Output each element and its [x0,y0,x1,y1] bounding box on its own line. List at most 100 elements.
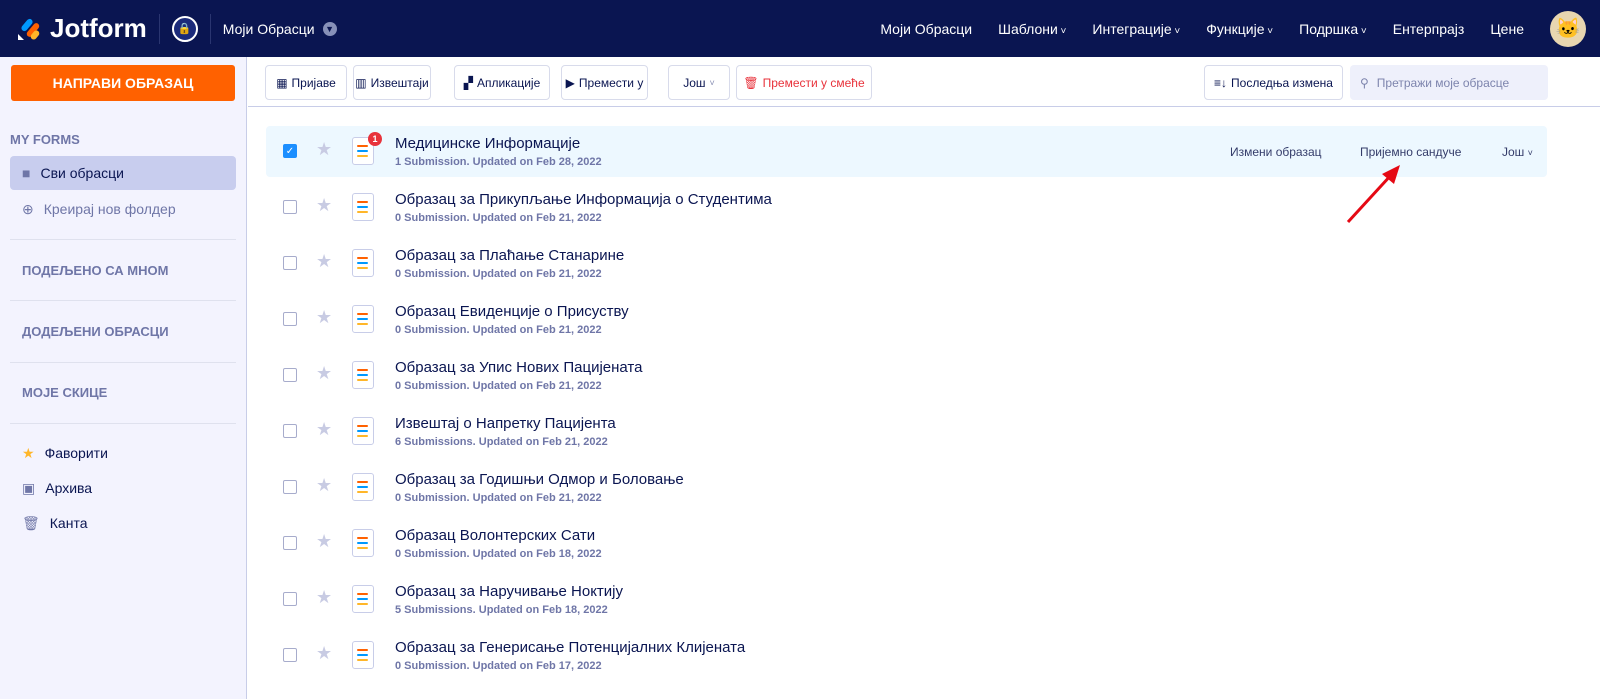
trash-icon: 🗑 [22,514,40,531]
apps-button[interactable]: ▞ Апликације [454,65,550,100]
button-label: Апликације [476,75,541,90]
sidebar-item-label: Креирај нов фолдер [43,201,176,217]
top-navbar: Jotform 🔒 Моји Обрасци ▼ Моји Обрасци Шаб… [0,0,1600,57]
form-meta: 0 Submission. Updated on Feb 21, 2022 [395,492,602,504]
form-row[interactable]: ★ Извештај о Напретку Пацијента 6 Submis… [266,406,1547,457]
row-checkbox[interactable] [283,424,297,438]
archive-icon: ▣ [22,479,36,496]
button-label: Премести у [578,75,644,90]
button-label: Још [683,75,706,90]
row-checkbox[interactable] [283,648,297,662]
annotation-arrow-icon [1346,165,1400,224]
button-label: Још [1502,145,1525,159]
form-icon [352,305,374,333]
row-checkbox[interactable] [283,200,297,214]
button-label: Извештаји [370,75,429,90]
inbox-link[interactable]: Пријемно сандуче [1360,145,1461,159]
row-checkbox[interactable] [283,592,297,606]
move-to-button[interactable]: ▶ Премести у [561,65,648,100]
edit-form-link[interactable]: Измени образац [1230,145,1322,159]
gdpr-lock-icon: 🔒 [171,15,198,42]
form-title[interactable]: Извештај о Напретку Пацијента [395,415,616,432]
search-placeholder: Претражи моје обрасце [1376,75,1510,90]
form-row[interactable]: ★ Образац за Плаћање Станарине 0 Submiss… [266,238,1547,289]
sidebar-item-archive[interactable]: ▣ Архива [10,471,236,505]
form-title[interactable]: Образац за Годишњи Одмор и Боловање [395,471,684,488]
search-icon: ⚲ [1360,75,1369,90]
nav-support[interactable]: Подршка [1299,21,1367,37]
my-forms-label: Моји Обрасци [222,20,315,37]
reports-button[interactable]: ▥ Извештаји [353,65,431,100]
star-icon[interactable]: ★ [316,307,332,328]
sidebar-item-favorites[interactable]: ★ Фаворити [10,436,236,470]
form-title[interactable]: Образац за Плаћање Станарине [395,247,624,264]
table-icon: ▦ [276,75,288,90]
main-nav: Моји Обрасци Шаблони Интеграције Функциј… [880,0,1600,57]
form-meta: 0 Submission. Updated on Feb 18, 2022 [395,548,602,560]
star-icon: ★ [22,444,35,461]
form-row[interactable]: ★ Образац Евиденције о Присуству 0 Submi… [266,294,1547,345]
sidebar: НАПРАВИ ОБРАЗАЦ MY FORMS ■ Сви обрасци ⊕ К… [0,57,247,699]
button-label: Пријаве [291,75,336,90]
avatar[interactable]: 🐱 [1550,10,1586,47]
sidebar-item-new-folder[interactable]: ⊕ Креирај нов фолдер [10,192,236,226]
sidebar-item-label: Архива [45,480,93,496]
row-checkbox[interactable] [283,312,297,326]
form-icon [352,417,374,445]
jotform-logo[interactable]: Jotform [16,13,147,44]
star-icon[interactable]: ★ [316,251,332,272]
row-checkbox[interactable] [283,368,297,382]
row-checkbox[interactable] [283,536,297,550]
form-meta: 6 Submissions. Updated on Feb 21, 2022 [395,436,608,448]
form-title[interactable]: Образац за Прикупљање Информација о Студ… [395,191,772,208]
toolbar: ▦ Пријаве ▥ Извештаји ▞ Апликације ▶ Премест… [248,57,1600,107]
more-button[interactable]: Још ˅ [668,65,730,100]
folder-move-icon: ▶ [565,75,575,90]
star-icon[interactable]: ★ [316,419,332,440]
my-forms-dropdown[interactable]: Моји Обрасци ▼ [223,21,337,37]
form-row[interactable]: ★ Образац за Годишњи Одмор и Боловање 0 … [266,462,1547,513]
row-checkbox[interactable] [283,256,297,270]
sidebar-shared[interactable]: ПОДЕЉЕНО СА МНОМ [22,263,168,278]
form-icon [352,193,374,221]
nav-enterprise[interactable]: Ентерпрајз [1393,21,1465,37]
button-label: Последња измена [1231,75,1333,90]
row-more-button[interactable]: Још ˅ [1502,145,1533,159]
star-icon[interactable]: ★ [316,531,332,552]
form-row[interactable]: ★ Образац за Наручивање Ноктију 5 Submis… [266,574,1547,625]
nav-my-forms[interactable]: Моји Обрасци [880,21,972,37]
sidebar-assigned[interactable]: ДОДЕЉЕНИ ОБРАСЦИ [22,324,169,339]
move-to-trash-button[interactable]: 🗑 Премести у смеће [736,65,872,100]
sort-button[interactable]: ≡↓ Последња измена [1204,65,1343,100]
nav-pricing[interactable]: Цене [1490,21,1524,37]
sidebar-item-trash[interactable]: 🗑 Канта [10,506,236,540]
sidebar-drafts[interactable]: МОЈЕ СКИЦЕ [22,385,107,400]
form-row[interactable]: ★ Образац за Упис Нових Пацијената 0 Sub… [266,350,1547,401]
form-icon [352,473,374,501]
form-meta: 5 Submissions. Updated on Feb 18, 2022 [395,604,608,616]
form-title[interactable]: Образац за Упис Нових Пацијената [395,359,642,376]
nav-features[interactable]: Функције [1206,21,1273,37]
create-form-button[interactable]: НАПРАВИ ОБРАЗАЦ [11,65,235,101]
form-title[interactable]: Образац за Генерисање Потенцијалних Клиј… [395,639,745,656]
form-icon [352,249,374,277]
form-row[interactable]: ★ Образац за Генерисање Потенцијалних Кл… [266,630,1547,681]
star-icon[interactable]: ★ [316,587,332,608]
form-title[interactable]: Образац Евиденције о Присуству [395,303,629,320]
form-icon [352,585,374,613]
form-title[interactable]: Образац Волонтерских Сати [395,527,595,544]
form-icon [352,529,374,557]
submissions-button[interactable]: ▦ Пријаве [265,65,347,100]
nav-integrations[interactable]: Интеграције [1092,21,1180,37]
star-icon[interactable]: ★ [316,363,332,384]
form-title[interactable]: Образац за Наручивање Ноктију [395,583,623,600]
sidebar-item-all-forms[interactable]: ■ Сви обрасци [10,156,236,190]
star-icon[interactable]: ★ [316,195,332,216]
search-input[interactable]: ⚲ Претражи моје обрасце [1350,65,1548,100]
my-forms-heading: MY FORMS [10,132,80,147]
row-checkbox[interactable] [283,480,297,494]
nav-templates[interactable]: Шаблони [998,21,1066,37]
form-row[interactable]: ★ Образац Волонтерских Сати 0 Submission… [266,518,1547,569]
star-icon[interactable]: ★ [316,475,332,496]
star-icon[interactable]: ★ [316,643,332,664]
